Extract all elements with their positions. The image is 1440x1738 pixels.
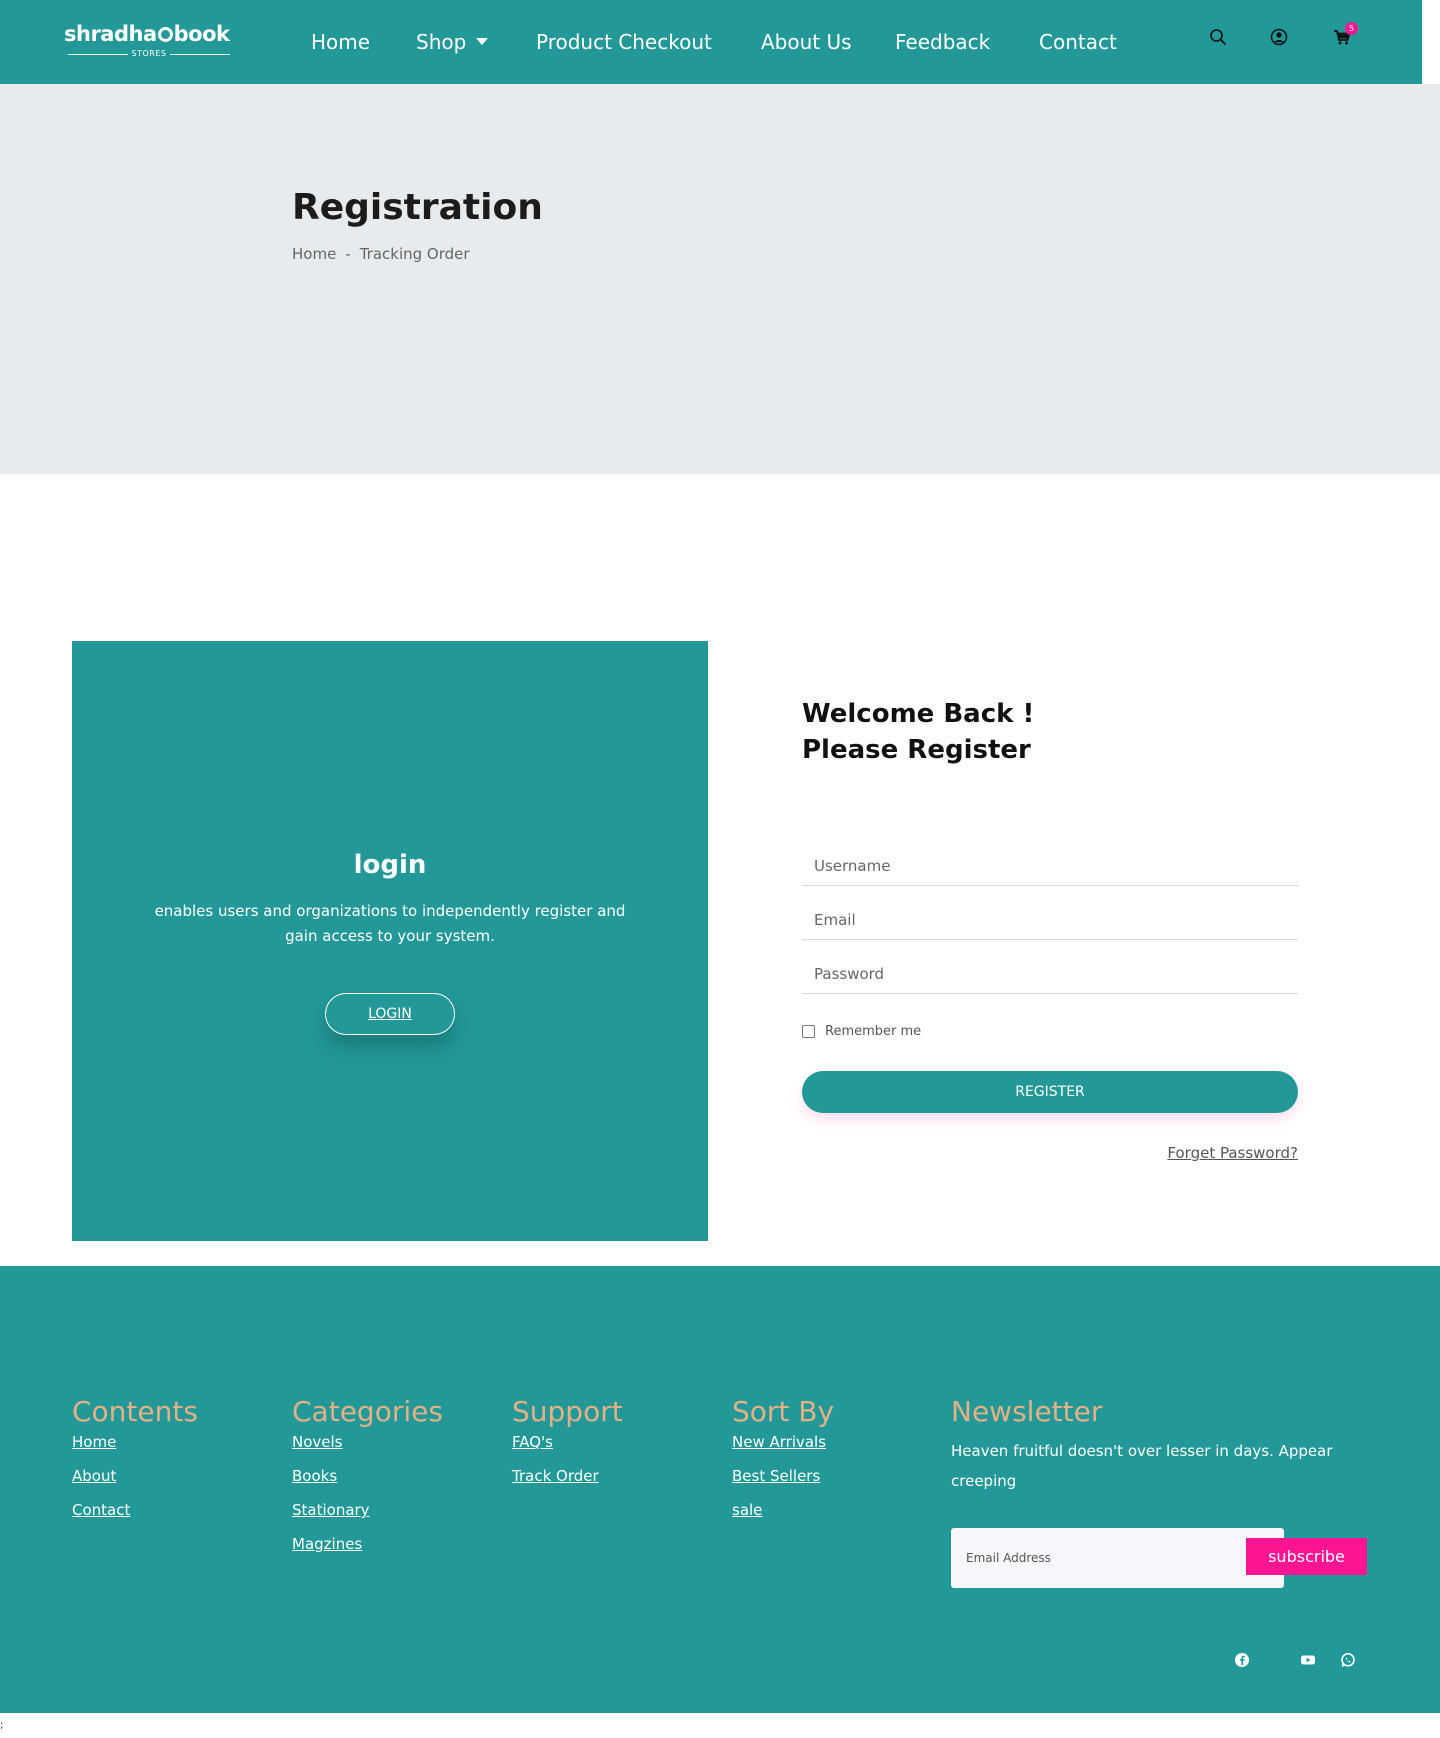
page-header: Registration Home - Tracking Order (0, 84, 1440, 474)
footer-col-sort-by: Sort By New Arrivals Best Sellers sale (732, 1394, 834, 1534)
footer-heading-sort-by: Sort By (732, 1395, 835, 1428)
email-input[interactable] (802, 900, 1298, 940)
password-input[interactable] (802, 954, 1298, 994)
remember-me-label[interactable]: Remember me (825, 1024, 921, 1039)
login-panel-description: enables users and organizations to indep… (154, 902, 626, 945)
remember-me-row: Remember me (802, 1021, 921, 1041)
footer-heading-support: Support (512, 1395, 623, 1428)
logo-subtitle: STORES (68, 49, 230, 59)
footer-col-newsletter: Newsletter Heaven fruitful doesn't over … (951, 1394, 1351, 1496)
logo-wordmark: shradha book (64, 22, 230, 46)
footer-link-books[interactable]: Books (292, 1466, 443, 1486)
youtube-icon[interactable] (1300, 1652, 1318, 1670)
footer-link-best-sellers[interactable]: Best Sellers (732, 1466, 834, 1486)
stray-semicolon: ; (0, 1720, 4, 1731)
nav-shop[interactable]: Shop (416, 28, 489, 56)
footer-col-support: Support FAQ's Track Order (512, 1394, 623, 1500)
breadcrumb-home[interactable]: Home (292, 245, 336, 263)
user-icon[interactable] (1270, 28, 1292, 50)
logo-ring-icon (157, 27, 173, 42)
login-panel-title: login (353, 850, 427, 880)
newsletter-form (951, 1528, 1284, 1588)
register-button[interactable]: REGISTER (802, 1071, 1298, 1113)
breadcrumb-current: Tracking Order (359, 245, 470, 263)
registration-form: Welcome Back ! Please Register Remember … (802, 641, 1298, 1241)
cart-count-badge: 5 (1345, 22, 1358, 35)
newsletter-email-input[interactable] (951, 1528, 1241, 1588)
cart-icon[interactable]: 5 (1333, 22, 1358, 50)
login-button[interactable]: LOGIN (325, 993, 455, 1035)
nav-home[interactable]: Home (311, 28, 370, 56)
footer-link-magzines[interactable]: Magzines (292, 1534, 443, 1554)
breadcrumb: Home - Tracking Order (292, 244, 470, 264)
footer-link-faqs[interactable]: FAQ's (512, 1432, 623, 1452)
login-panel: login enables users and organizations to… (72, 641, 708, 1241)
footer-link-novels[interactable]: Novels (292, 1432, 443, 1452)
footer-link-stationary[interactable]: Stationary (292, 1500, 443, 1520)
site-footer: Contents Home About Contact Categories N… (0, 1266, 1440, 1713)
nav-contact[interactable]: Contact (1039, 28, 1117, 56)
subscribe-button[interactable]: subscribe (1246, 1538, 1367, 1575)
page-title: Registration (292, 187, 543, 228)
nav-product-checkout[interactable]: Product Checkout (536, 28, 712, 56)
footer-col-categories: Categories Novels Books Stationary Magzi… (292, 1394, 443, 1568)
top-navbar: shradha book STORES Home Shop Product Che… (0, 0, 1422, 84)
caret-down-icon (476, 38, 489, 45)
facebook-icon[interactable] (1234, 1652, 1252, 1670)
search-icon[interactable] (1209, 28, 1231, 50)
footer-heading-contents: Contents (72, 1395, 198, 1428)
footer-heading-newsletter: Newsletter (951, 1395, 1103, 1428)
nav-about-us[interactable]: About Us (761, 28, 852, 56)
username-input[interactable] (802, 846, 1298, 886)
form-heading: Welcome Back ! Please Register (802, 696, 1034, 768)
footer-link-new-arrivals[interactable]: New Arrivals (732, 1432, 834, 1452)
remember-me-checkbox[interactable] (802, 1024, 815, 1038)
nav-shop-label: Shop (416, 30, 467, 54)
welcome-line-1: Welcome Back ! (802, 699, 1035, 729)
footer-link-contact[interactable]: Contact (72, 1500, 198, 1520)
whatsapp-icon[interactable] (1340, 1652, 1358, 1670)
footer-col-contents: Contents Home About Contact (72, 1394, 198, 1534)
forgot-password-link[interactable]: Forget Password? (1167, 1144, 1298, 1162)
footer-link-about[interactable]: About (72, 1466, 198, 1486)
footer-heading-categories: Categories (292, 1395, 443, 1428)
breadcrumb-separator: - (345, 245, 351, 263)
footer-link-track-order[interactable]: Track Order (512, 1466, 623, 1486)
footer-link-sale[interactable]: sale (732, 1500, 834, 1520)
welcome-line-2: Please Register (802, 735, 1031, 765)
site-logo[interactable]: shradha book STORES (64, 22, 234, 58)
newsletter-text: Heaven fruitful doesn't over lesser in d… (951, 1442, 1333, 1490)
nav-feedback[interactable]: Feedback (895, 28, 990, 56)
footer-link-home[interactable]: Home (72, 1432, 198, 1452)
